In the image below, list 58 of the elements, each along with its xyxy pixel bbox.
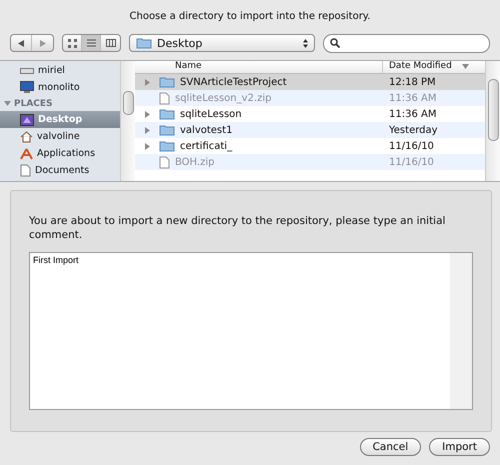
file-name: BOH.zip — [175, 156, 214, 168]
date-cell-text: 11:36 AM — [388, 92, 438, 104]
disclosure-triangle-icon[interactable] — [144, 126, 150, 134]
drive-icon — [20, 66, 34, 76]
cancel-button[interactable]: Cancel — [360, 438, 422, 456]
location-dropdown[interactable]: Desktop — [129, 34, 315, 52]
stepper-arrows-icon — [303, 38, 308, 48]
folder-icon — [159, 140, 175, 152]
date-cell-text: 11:36 AM — [388, 108, 438, 120]
sidebar-item[interactable]: valvoline — [0, 128, 120, 145]
sidebar-item[interactable]: Documents — [0, 162, 120, 179]
document-icon — [20, 164, 31, 177]
folder-icon — [159, 108, 175, 120]
section-heading: PLACES — [14, 98, 53, 108]
icon-view-icon — [68, 38, 76, 48]
compass-tools-icon — [20, 148, 33, 160]
disclosure-triangle-icon[interactable] — [144, 110, 150, 118]
import-message: You are about to import a new directory to the repository, please type an initial comment. — [29, 214, 446, 242]
folder-icon — [136, 37, 152, 49]
sort-arrow-icon — [462, 64, 469, 70]
scrollbar[interactable] — [120, 61, 135, 181]
file-name: valvotest1 — [180, 124, 232, 136]
column-header[interactable]: Date Modified — [383, 61, 485, 73]
folder-icon — [159, 76, 175, 88]
file-icon — [159, 92, 170, 104]
search-icon — [330, 38, 340, 48]
search-field[interactable] — [323, 34, 490, 52]
date-cell-text: 11/16/10 — [388, 156, 435, 168]
scrollbar[interactable] — [485, 61, 500, 181]
folder-icon — [159, 124, 175, 136]
forward-arrow-icon — [40, 40, 46, 46]
file-name: sqliteLesson — [180, 108, 242, 120]
expanded-triangle-icon[interactable] — [4, 100, 11, 107]
file-name: certificati_ — [180, 140, 232, 152]
import-button[interactable]: Import — [429, 438, 490, 456]
sidebar-item[interactable]: monolito — [0, 79, 120, 96]
file-name: sqliteLesson_v2.zip — [175, 92, 272, 104]
column-view-icon — [106, 39, 116, 47]
comment-field[interactable]: First Import — [29, 252, 473, 410]
list-view-icon — [86, 39, 96, 47]
date-cell-text: Yesterday — [388, 124, 439, 136]
file-row[interactable]: SVNArticleTestProject 12:18 PM — [135, 74, 485, 90]
disclosure-triangle-icon[interactable] — [144, 78, 150, 86]
view-mode-button[interactable] — [82, 35, 101, 51]
column-header[interactable]: Name — [135, 61, 383, 73]
file-icon — [159, 156, 170, 168]
sidebar-item[interactable]: miriel — [0, 62, 120, 79]
disclosure-triangle-icon[interactable] — [144, 142, 150, 150]
monitor-icon — [20, 81, 34, 94]
file-name: SVNArticleTestProject — [180, 76, 287, 88]
desktop-icon — [20, 114, 34, 126]
back-arrow-icon — [18, 40, 24, 46]
date-cell-text: 11/16/10 — [388, 140, 435, 152]
house-icon — [20, 130, 33, 142]
sidebar-item[interactable]: Applications — [0, 145, 120, 162]
dialog-prompt: Choose a directory to import into the repository. — [128, 10, 372, 24]
date-cell-text: 12:18 PM — [388, 76, 437, 88]
file-row[interactable]: valvotest1 Yesterday — [135, 122, 485, 138]
